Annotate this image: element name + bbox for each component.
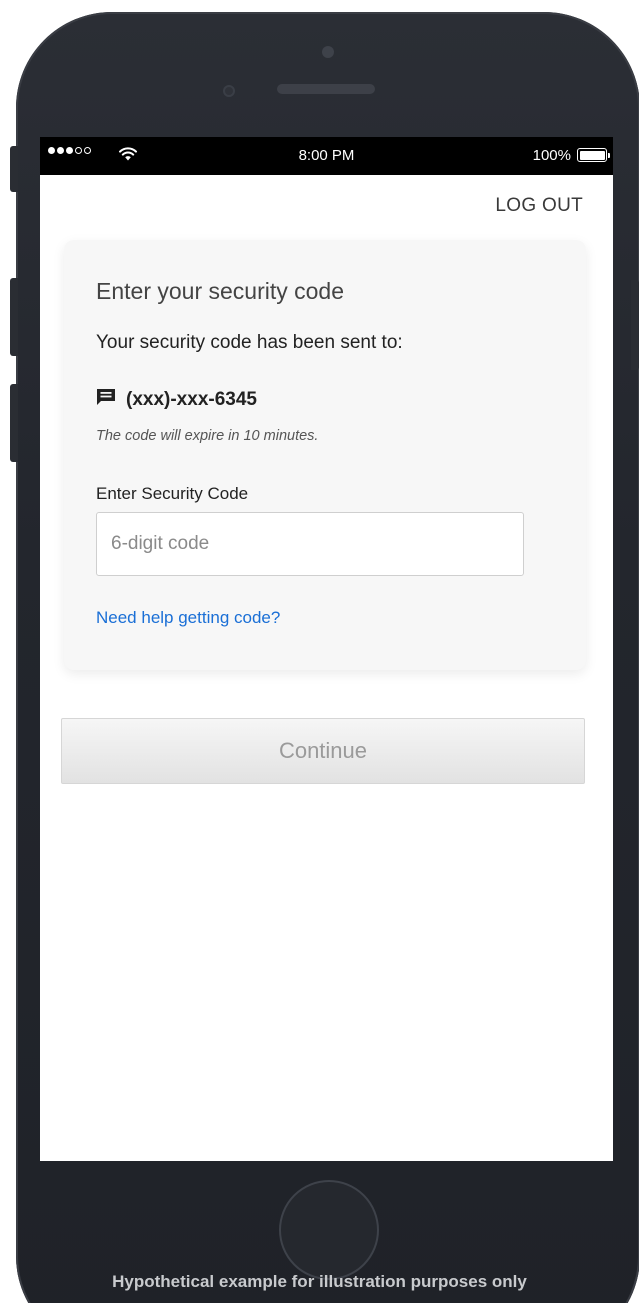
status-bar: 8:00 PM 100% — [40, 137, 613, 175]
front-camera — [322, 46, 334, 58]
mute-switch — [10, 146, 18, 192]
card-title: Enter your security code — [96, 278, 345, 304]
proximity-sensor — [223, 85, 235, 97]
home-button — [279, 1180, 379, 1280]
volume-up-button — [10, 278, 18, 356]
message-icon — [96, 388, 116, 411]
logout-button[interactable]: LOG OUT — [495, 195, 583, 217]
security-code-input[interactable] — [96, 512, 524, 576]
battery-icon — [577, 148, 607, 162]
page: 8:00 PM 100% LOG OUT Enter your security… — [0, 0, 639, 1303]
battery-fill — [579, 150, 605, 160]
battery-percent: 100% — [532, 147, 571, 164]
security-code-card: Enter your security code Your security c… — [64, 240, 586, 670]
battery-tip — [608, 153, 610, 158]
status-time: 8:00 PM — [298, 147, 355, 164]
expiry-note: The code will expire in 10 minutes. — [96, 428, 319, 444]
sent-to-text: Your security code has been sent to: — [96, 332, 403, 353]
earpiece-speaker — [277, 84, 375, 94]
continue-button[interactable]: Continue — [61, 718, 585, 784]
help-getting-code-link[interactable]: Need help getting code? — [96, 608, 280, 628]
power-button — [631, 280, 639, 370]
security-code-label: Enter Security Code — [96, 484, 249, 503]
phone-number: (xxx)-xxx-6345 — [126, 388, 257, 410]
phone-screen: 8:00 PM 100% LOG OUT Enter your security… — [40, 137, 613, 1161]
disclaimer-text: Hypothetical example for illustration pu… — [112, 1272, 527, 1291]
phone-number-row: (xxx)-xxx-6345 — [96, 388, 257, 411]
volume-down-button — [10, 384, 18, 462]
